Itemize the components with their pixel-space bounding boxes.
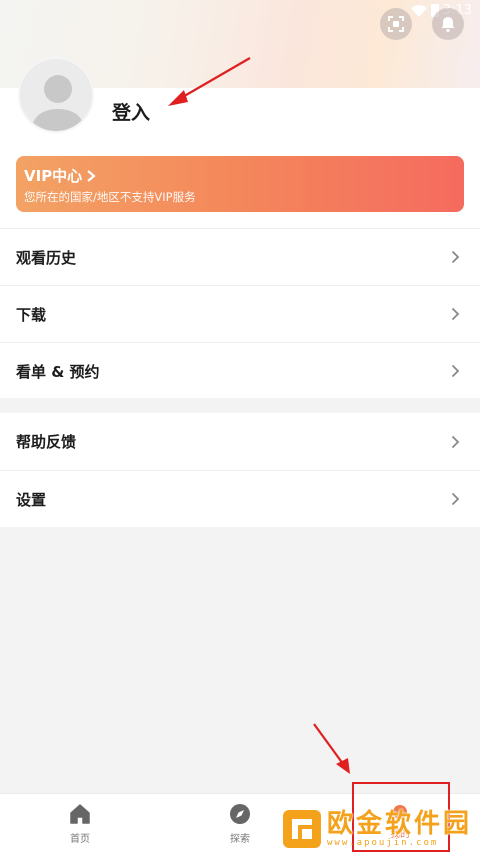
- menu-item-label: 设置: [16, 490, 47, 509]
- home-icon: [70, 804, 90, 824]
- vip-center-banner[interactable]: VIP中心 您所在的国家/地区不支持VIP服务: [16, 156, 464, 212]
- tab-explore-label: 探索: [230, 834, 250, 845]
- menu-group-primary: 观看历史 下载 看单 & 预约: [0, 228, 480, 398]
- annotation-arrow-mine-tab: [313, 723, 350, 774]
- avatar[interactable]: [18, 57, 94, 133]
- menu-item-settings[interactable]: 设置: [0, 470, 480, 527]
- chevron-right-icon: [451, 492, 460, 506]
- chevron-right-icon: [451, 435, 460, 448]
- chevron-right-icon: [451, 307, 460, 321]
- tab-home-label: 首页: [70, 834, 90, 845]
- menu-item-label: 观看历史: [16, 248, 77, 267]
- compass-icon: [230, 804, 250, 824]
- vip-subtitle: 您所在的国家/地区不支持VIP服务: [24, 190, 196, 204]
- bell-icon: [441, 17, 455, 33]
- watermark-name: 欧金软件园: [327, 808, 473, 839]
- scan-icon: [388, 16, 404, 32]
- menu-item-label: 下载: [16, 305, 47, 324]
- vip-title-text: VIP中心: [24, 167, 83, 185]
- wifi-icon: [410, 4, 427, 17]
- tab-home[interactable]: 首页: [40, 802, 120, 845]
- watermark: 欧金软件园 www.apoujin.com: [283, 804, 480, 853]
- menu-item-label: 看单 & 预约: [16, 362, 100, 381]
- chevron-right-icon: [451, 250, 460, 264]
- chevron-right-icon: [451, 364, 460, 378]
- watermark-text: 欧金软件园 www.apoujin.com: [327, 810, 472, 848]
- menu-item-watchlist-reservation[interactable]: 看单 & 预约: [0, 342, 480, 399]
- chevron-right-icon: [87, 169, 96, 182]
- watermark-url: www.apoujin.com: [327, 837, 439, 848]
- watermark-logo-icon: [283, 809, 321, 848]
- menu-item-download[interactable]: 下载: [0, 285, 480, 342]
- menu-item-help-feedback[interactable]: 帮助反馈: [0, 413, 480, 470]
- scan-button[interactable]: [380, 8, 412, 40]
- notification-button[interactable]: [432, 8, 464, 40]
- menu-item-label: 帮助反馈: [16, 433, 77, 451]
- tab-explore[interactable]: 探索: [200, 802, 280, 845]
- menu-item-watch-history[interactable]: 观看历史: [0, 228, 480, 285]
- vip-title: VIP中心: [24, 165, 456, 186]
- menu-group-secondary: 帮助反馈 设置: [0, 413, 480, 527]
- login-button[interactable]: 登入: [112, 98, 150, 125]
